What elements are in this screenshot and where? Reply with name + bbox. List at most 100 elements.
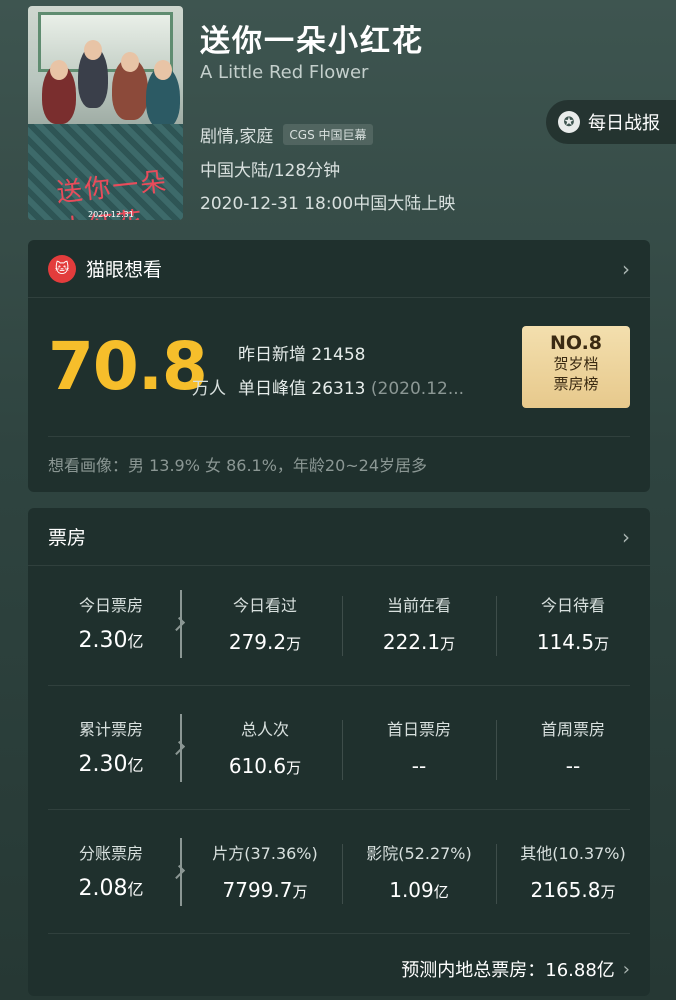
movie-release: 2020-12-31 18:00中国大陆上映 [200,194,456,214]
cat-icon: 🐱 [48,254,76,283]
box-office-header[interactable]: 票房 › [28,508,650,566]
main-stat-value: 2.30亿 [46,752,176,777]
want-card: 🐱 猫眼想看 › 70.8 万人 昨日新增 21458 单日峰值 26313 (… [28,240,650,492]
sub-stat-number: 610.6 [228,754,287,778]
sub-stat-unit: 万 [600,883,616,901]
main-stat-unit: 亿 [127,880,144,899]
sub-stat-label: 当前在看 [386,596,451,615]
sub-stat-label: 今日看过 [232,596,297,615]
sub-stat: 首日票房 -- [342,716,496,778]
yesterday-value: 21458 [311,345,366,365]
rank-badge[interactable]: NO.8 贺岁档 票房榜 [522,326,630,408]
main-stat-label: 分账票房 [78,844,143,863]
sub-stat-unit: 万 [440,635,456,653]
main-stat-label: 今日票房 [78,596,143,615]
forecast-text: 预测内地总票房：16.88亿 [401,960,615,981]
main-stat-unit: 亿 [127,632,144,651]
sub-stat-number: 222.1 [382,630,441,654]
box-office-row-split: 分账票房 2.08亿 片方(37.36%) 7799.7万 影院(52.27%)… [28,814,650,934]
sub-stat-value: 222.1万 [342,630,496,654]
format-tag: CGS 中国巨幕 [283,124,373,145]
row-separator [48,933,630,934]
sub-stat-number: 114.5 [536,630,595,654]
sub-stat-label: 今日待看 [540,596,605,615]
sub-stat-value: 2165.8万 [496,878,650,902]
sub-stat-number: 1.09 [389,878,434,902]
movie-genre: 剧情,家庭 [200,127,274,147]
poster-face [84,40,102,60]
sub-stat-value: -- [496,754,650,778]
sub-stat-number: 2165.8 [530,878,601,902]
chevron-right-icon: › [622,958,630,980]
sub-stat: 当前在看 222.1万 [342,592,496,654]
sub-stat: 今日看过 279.2万 [188,592,342,654]
box-office-row-total: 累计票房 2.30亿 总人次 610.6万 首日票房 -- 首周票房 -- [28,690,650,810]
daily-peak: 单日峰值 26313 (2020.12... [238,374,464,399]
main-stat: 今日票房 2.30亿 [46,592,176,653]
sub-stat: 影院(52.27%) 1.09亿 [342,840,496,902]
poster-face [154,60,172,80]
divider [48,436,630,437]
rank-number: NO.8 [549,332,603,354]
sub-stat: 首周票房 -- [496,716,650,778]
movie-title: 送你一朵小红花 [200,24,424,59]
sub-stat-number: 7799.7 [222,878,293,902]
sub-stat-label: 影院(52.27%) [366,844,472,863]
sub-stat-label: 其他(10.37%) [520,844,626,863]
main-stat-value: 2.08亿 [46,876,176,901]
movie-poster[interactable]: 送你一朵小红花 2020.12.31 [28,6,183,220]
want-unit: 万人 [192,379,226,399]
forecast-link[interactable]: 预测内地总票房：16.88亿 › [401,956,630,982]
sub-stat-unit: 万 [286,759,302,777]
movie-region-duration: 中国大陆/128分钟 [200,161,341,181]
sub-stat-number: 279.2 [228,630,287,654]
box-office-header-label: 票房 [48,527,87,549]
movie-english-title: A Little Red Flower [200,62,369,83]
daily-report-button[interactable]: ✪ 每日战报 [546,100,676,144]
main-stat-value: 2.30亿 [46,628,176,653]
yesterday-new: 昨日新增 21458 [238,340,366,365]
peak-value: 26313 [311,379,366,399]
sub-stat-value: 610.6万 [188,754,342,778]
peak-label: 单日峰值 [238,379,306,399]
main-stat-unit: 亿 [127,756,144,775]
want-header-label: 猫眼想看 [86,259,163,281]
main-stat: 累计票房 2.30亿 [46,716,176,777]
sub-stat-label: 总人次 [240,720,289,739]
main-stat-label: 累计票房 [78,720,143,739]
sub-stat-value: -- [342,754,496,778]
sub-stat: 总人次 610.6万 [188,716,342,778]
poster-face [50,60,68,80]
sub-stat: 今日待看 114.5万 [496,592,650,654]
main-stat-number: 2.30 [78,752,128,777]
yesterday-label: 昨日新增 [238,345,306,365]
chevron-right-icon: › [622,256,630,281]
want-card-header[interactable]: 🐱 猫眼想看 › [28,240,650,298]
medal-icon: ✪ [558,111,580,133]
sub-stat-unit: 万 [594,635,610,653]
main-stat-number: 2.30 [78,628,128,653]
main-stat-number: 2.08 [78,876,128,901]
sub-stat-number: -- [411,754,427,778]
rank-category: 贺岁档 [553,355,599,373]
sub-stat: 其他(10.37%) 2165.8万 [496,840,650,902]
box-office-card: 票房 › 今日票房 2.30亿 今日看过 279.2万 当前在看 222.1万 … [28,508,650,996]
audience-portrait: 想看画像：男 13.9% 女 86.1%，年龄20~24岁居多 [48,456,428,475]
poster-date: 2020.12.31 [88,210,134,219]
want-count: 70.8 [48,328,208,405]
sub-stat-unit: 万 [286,635,302,653]
daily-report-label: 每日战报 [588,113,660,134]
sub-stat-unit: 万 [292,883,308,901]
rank-list-name: 票房榜 [553,375,599,393]
sub-stat-value: 279.2万 [188,630,342,654]
sub-stat-number: -- [565,754,581,778]
sub-stat-label: 首周票房 [540,720,605,739]
row-separator [48,809,630,810]
sub-stat-value: 1.09亿 [342,878,496,902]
sub-stat-value: 114.5万 [496,630,650,654]
movie-genre-row: 剧情,家庭 CGS 中国巨幕 [200,122,373,147]
sub-stat-label: 片方(37.36%) [212,844,318,863]
poster-face [121,52,139,72]
row-separator [48,685,630,686]
main-stat: 分账票房 2.08亿 [46,840,176,901]
